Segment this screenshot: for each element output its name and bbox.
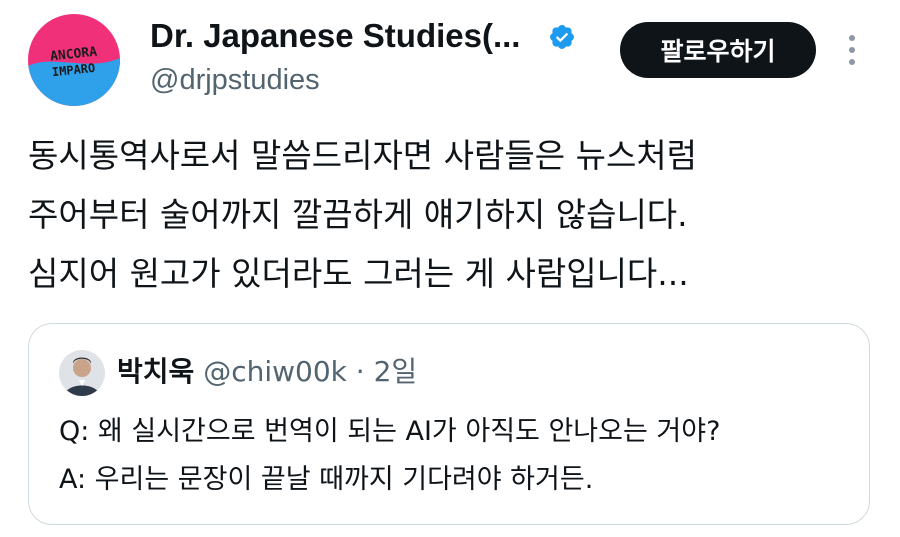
quote-author-avatar[interactable] [59, 350, 105, 396]
tweet-text: 동시통역사로서 말씀드리자면 사람들은 뉴스처럼 주어부터 술어까지 깔끔하게 … [28, 126, 868, 303]
follow-button[interactable]: 팔로우하기 [620, 22, 816, 78]
person-avatar-icon [59, 350, 105, 396]
author-handle[interactable]: @drjpstudies [150, 60, 320, 100]
author-avatar[interactable]: ANCORA IMPARO [28, 14, 120, 106]
tweet-line: 주어부터 술어까지 깔끔하게 얘기하지 않습니다. [28, 195, 688, 234]
quoted-tweet-card[interactable]: 박치욱 @chiw00k · 2일 Q: 왜 실시간으로 번역이 되는 AI가 … [28, 323, 870, 525]
quote-line: A: 우리는 문장이 끝날 때까지 기다려야 하거든. [59, 464, 594, 495]
verified-badge-icon [550, 25, 574, 49]
tweet-line: 동시통역사로서 말씀드리자면 사람들은 뉴스처럼 [28, 136, 698, 175]
quote-line: Q: 왜 실시간으로 번역이 되는 AI가 아직도 안나오는 거야? [59, 416, 721, 447]
quote-author-name[interactable]: 박치욱 [117, 355, 194, 388]
tweet-line: 심지어 원고가 있더라도 그러는 게 사람입니다... [28, 254, 689, 293]
quote-separator: · [355, 355, 365, 388]
quote-text: Q: 왜 실시간으로 번역이 되는 AI가 아직도 안나오는 거야? A: 우리… [59, 408, 720, 504]
quote-header: 박치욱 @chiw00k · 2일 [117, 352, 417, 392]
quote-timestamp[interactable]: 2일 [374, 355, 418, 388]
quote-author-handle[interactable]: @chiw00k [203, 355, 347, 388]
avatar-logo-image: ANCORA IMPARO [28, 14, 120, 106]
tweet-page: ANCORA IMPARO Dr. Japanese Studies(... @… [0, 0, 900, 537]
more-vertical-icon[interactable] [840, 30, 864, 70]
author-display-name[interactable]: Dr. Japanese Studies(... [150, 14, 520, 58]
